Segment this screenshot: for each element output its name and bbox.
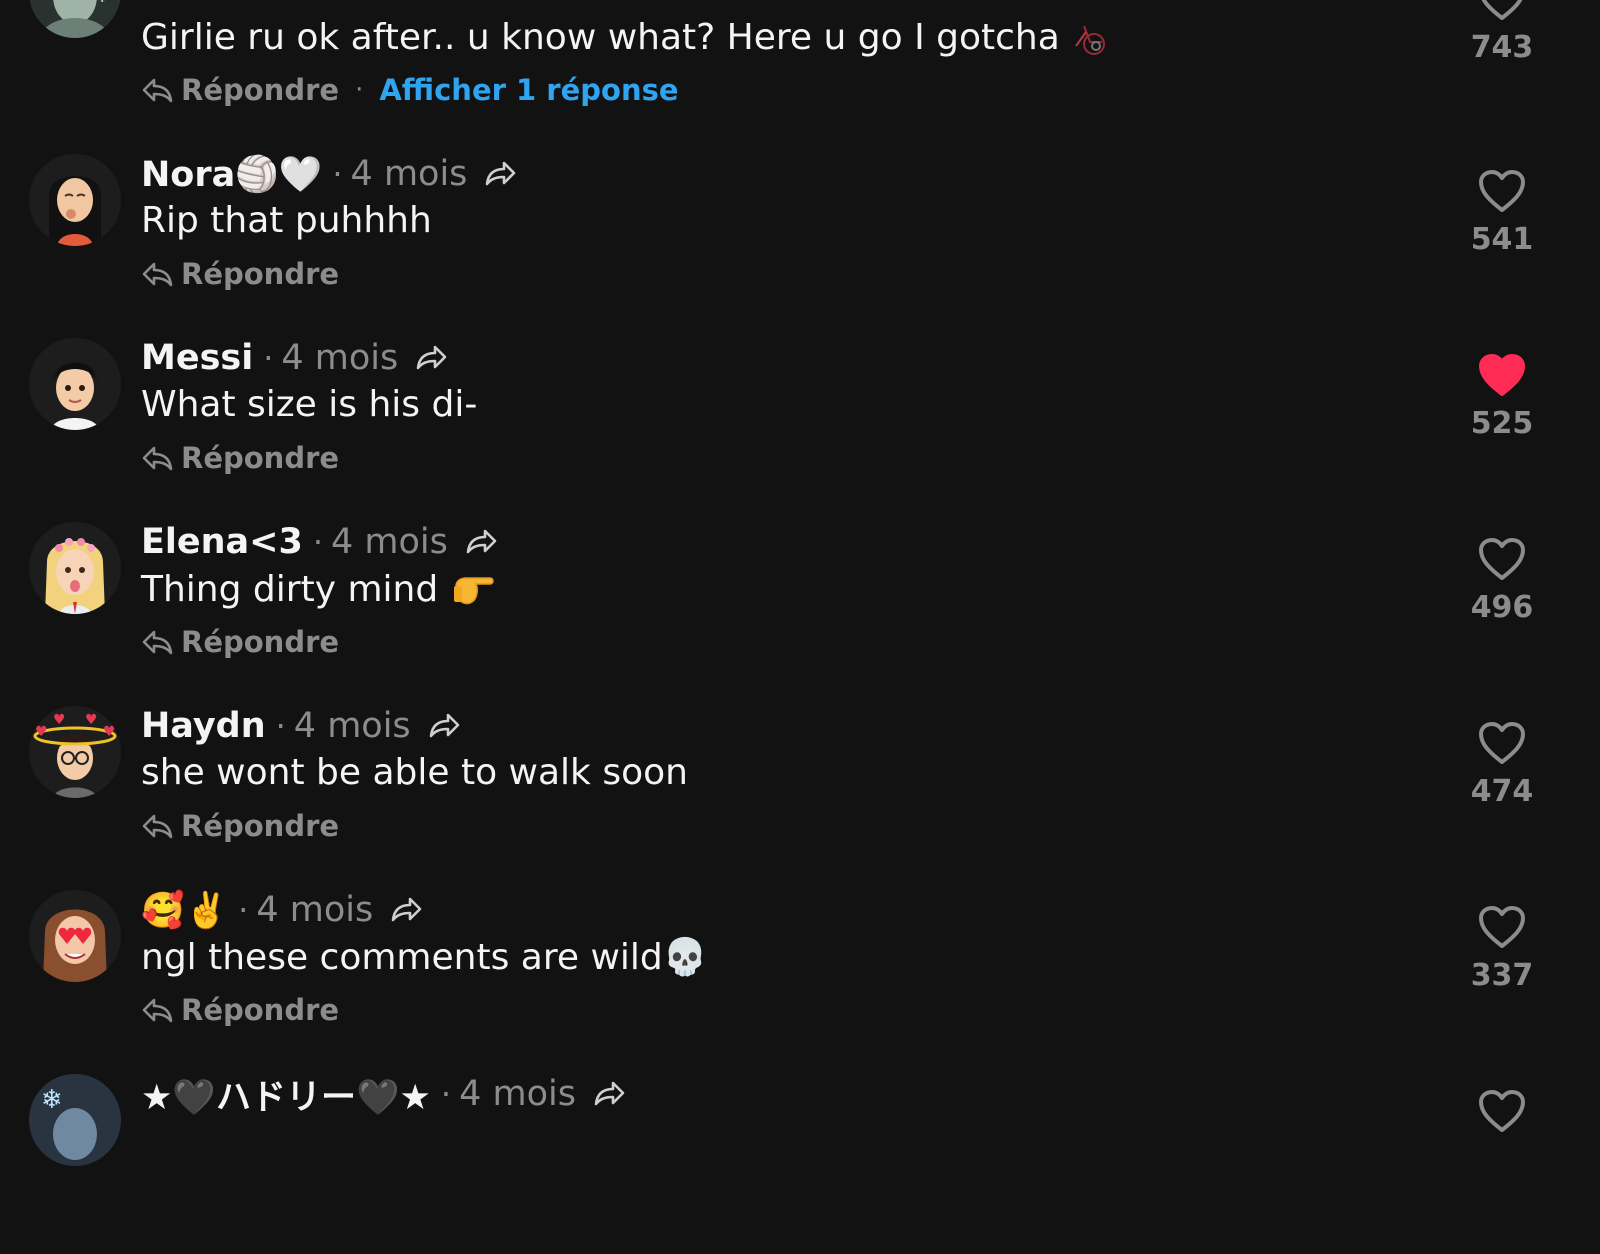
separator-dot: · (332, 155, 343, 193)
comment-text: What size is his di- (141, 384, 478, 425)
separator-dot: · (355, 75, 364, 105)
reply-row: Répondre (141, 254, 339, 294)
like-count: 525 (1470, 406, 1534, 441)
avatar[interactable]: ❄ (29, 1074, 121, 1166)
like-count: 474 (1470, 774, 1534, 809)
like-count: 496 (1470, 590, 1534, 625)
username[interactable]: ★🖤ハドリー🖤★ (141, 1069, 431, 1120)
share-icon[interactable] (427, 711, 461, 741)
comment-item: ❄ ★🖤ハドリー🖤★ · 4 mois (0, 1070, 1600, 1254)
comment-item: ❄ ❄ Girlie ru ok after.. u know what? He… (0, 0, 1600, 140)
comment-text: Thing dirty mind (141, 568, 496, 610)
heart-outline-icon[interactable] (1477, 1088, 1527, 1134)
heart-outline-icon[interactable] (1477, 168, 1527, 214)
svg-text:♥: ♥ (35, 724, 48, 740)
share-icon[interactable] (464, 527, 498, 557)
comment-text: Girlie ru ok after.. u know what? Here u… (141, 16, 1112, 58)
reply-arrow-icon (142, 78, 173, 103)
reply-button[interactable]: Répondre (181, 73, 339, 107)
comment-header: Messi · 4 mois (141, 334, 448, 382)
reply-button[interactable]: Répondre (181, 993, 339, 1027)
like-area: 337 (1468, 904, 1536, 993)
reply-row: Répondre (141, 438, 339, 478)
share-icon[interactable] (592, 1079, 626, 1109)
comment-item: 🥰✌️ · 4 mois ngl these comments are wild… (0, 886, 1600, 1070)
comment-text: Rip that puhhhh (141, 200, 432, 241)
heart-outline-icon[interactable] (1477, 904, 1527, 950)
avatar[interactable] (29, 522, 121, 614)
avatar[interactable] (29, 890, 121, 982)
comment-header: Haydn · 4 mois (141, 702, 461, 750)
comment-header: ★🖤ハドリー🖤★ · 4 mois (141, 1070, 626, 1118)
like-area: 496 (1468, 536, 1536, 625)
reply-button[interactable]: Répondre (181, 809, 339, 843)
reply-arrow-icon (142, 630, 173, 655)
reply-row: Répondre (141, 806, 339, 846)
timestamp: 4 mois (256, 890, 374, 930)
like-count: 743 (1470, 30, 1534, 65)
timestamp: 4 mois (350, 154, 468, 194)
like-area: 474 (1468, 720, 1536, 809)
reply-row: Répondre (141, 990, 339, 1030)
pointing-hand-icon (454, 577, 494, 605)
username[interactable]: Elena<3 (141, 522, 303, 562)
username[interactable]: Haydn (141, 706, 266, 746)
svg-text:♥: ♥ (103, 724, 116, 740)
reply-arrow-icon (142, 998, 173, 1023)
svg-text:♥: ♥ (85, 712, 98, 728)
comment-header: 🥰✌️ · 4 mois (141, 886, 423, 934)
timestamp: 4 mois (459, 1074, 576, 1114)
timestamp: 4 mois (331, 522, 448, 562)
comment-header: Nora🏐🤍 · 4 mois (141, 150, 517, 198)
separator-dot: · (440, 1075, 452, 1113)
like-area (1468, 1088, 1536, 1134)
share-icon[interactable] (389, 895, 423, 925)
reply-row: Répondre (141, 622, 339, 662)
comment-header: Elena<3 · 4 mois (141, 518, 498, 566)
heart-filled-icon[interactable] (1477, 352, 1527, 398)
comment-item: Messi · 4 mois What size is his di- Répo… (0, 334, 1600, 518)
like-area: 743 (1468, 0, 1536, 65)
heart-outline-icon[interactable] (1477, 720, 1527, 766)
svg-text:❄: ❄ (93, 0, 111, 8)
avatar[interactable] (29, 338, 121, 430)
reply-arrow-icon (142, 262, 173, 287)
reply-button[interactable]: Répondre (181, 441, 339, 475)
comment-item: ♥ ♥ ♥ ♥ Haydn · 4 mois she wont be able … (0, 702, 1600, 886)
reply-arrow-icon (142, 446, 173, 471)
username[interactable]: 🥰✌️ (141, 890, 228, 931)
share-icon[interactable] (483, 159, 517, 189)
like-area: 541 (1468, 168, 1536, 257)
avatar[interactable]: ♥ ♥ ♥ ♥ (29, 706, 121, 798)
heart-outline-icon[interactable] (1477, 536, 1527, 582)
share-icon[interactable] (414, 343, 448, 373)
wheelchair-icon (1074, 25, 1105, 55)
separator-dot: · (238, 891, 249, 929)
svg-text:❄: ❄ (41, 1085, 63, 1115)
separator-dot: · (312, 523, 324, 561)
svg-text:♥: ♥ (53, 712, 66, 728)
comment-text: ngl these comments are wild💀 (141, 937, 708, 978)
reply-button[interactable]: Répondre (181, 625, 339, 659)
separator-dot: · (263, 339, 274, 377)
heart-outline-icon[interactable] (1477, 0, 1527, 22)
comment-item: Nora🏐🤍 · 4 mois Rip that puhhhh Répondre… (0, 150, 1600, 334)
avatar[interactable]: ❄ ❄ (29, 0, 121, 38)
username[interactable]: Messi (141, 338, 253, 378)
reply-arrow-icon (142, 814, 173, 839)
view-replies-link[interactable]: Afficher 1 réponse (379, 73, 678, 107)
reply-button[interactable]: Répondre (181, 257, 339, 291)
like-area: 525 (1468, 352, 1536, 441)
username[interactable]: Nora🏐🤍 (141, 154, 322, 195)
comment-item: Elena<3 · 4 mois Thing dirty mind Répond… (0, 518, 1600, 702)
like-count: 541 (1470, 222, 1534, 257)
separator-dot: · (275, 707, 286, 745)
like-count: 337 (1470, 958, 1534, 993)
reply-row: Répondre · Afficher 1 réponse (141, 70, 679, 110)
timestamp: 4 mois (293, 706, 411, 746)
avatar[interactable] (29, 154, 121, 246)
timestamp: 4 mois (281, 338, 399, 378)
comment-text: she wont be able to walk soon (141, 752, 688, 793)
